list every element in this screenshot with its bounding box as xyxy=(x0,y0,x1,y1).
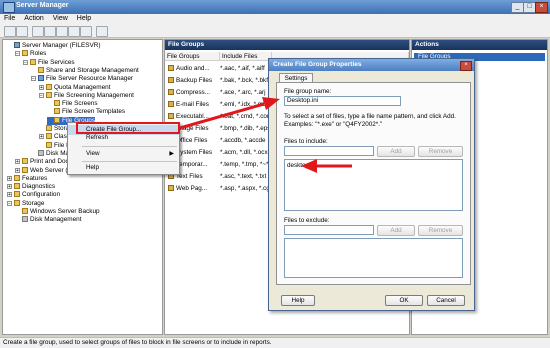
annotation-arrows xyxy=(179,97,352,173)
arrowhead-name-field xyxy=(262,97,280,110)
arrow-to-name-field xyxy=(179,102,265,130)
arrowhead-include-list xyxy=(301,159,317,173)
